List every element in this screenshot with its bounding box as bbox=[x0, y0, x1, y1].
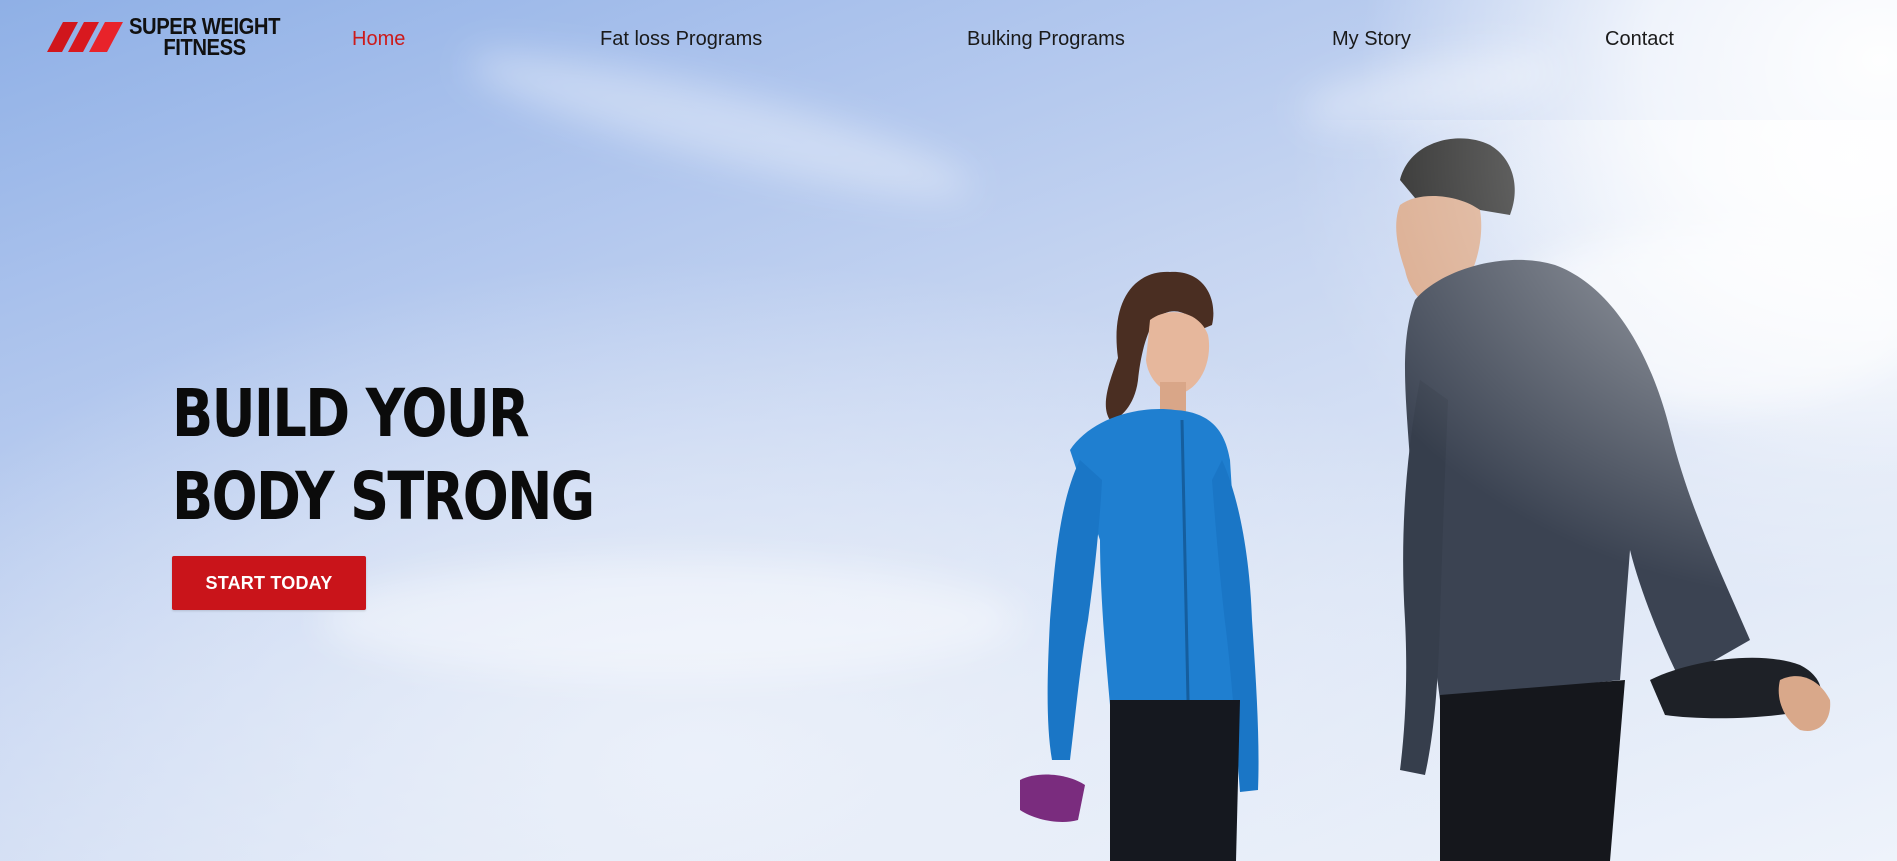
sky-cloud bbox=[320, 560, 1020, 680]
hero-title-line2: BODY STRONG bbox=[172, 458, 595, 535]
brand-logo[interactable]: SUPER WEIGHT FITNESS bbox=[47, 14, 301, 60]
start-today-button[interactable]: START TODAY bbox=[172, 556, 366, 610]
nav-home[interactable]: Home bbox=[352, 28, 405, 56]
hero-photo-couple-stretching bbox=[960, 120, 1897, 861]
nav-fat-loss-programs[interactable]: Fat loss Programs bbox=[600, 28, 762, 56]
nav-bulking-programs[interactable]: Bulking Programs bbox=[967, 28, 1125, 56]
site-header: SUPER WEIGHT FITNESS Home Fat loss Progr… bbox=[0, 0, 1897, 84]
hero-title: BUILD YOUR BODY STRONG bbox=[172, 372, 595, 538]
hero-title-line1: BUILD YOUR bbox=[172, 375, 530, 452]
nav-my-story[interactable]: My Story bbox=[1332, 28, 1411, 56]
landing-page: SUPER WEIGHT FITNESS Home Fat loss Progr… bbox=[0, 0, 1897, 861]
logo-stripes-icon bbox=[47, 22, 123, 52]
brand-name-line2: FITNESS bbox=[163, 34, 246, 60]
nav-contact[interactable]: Contact bbox=[1605, 28, 1674, 56]
brand-name: SUPER WEIGHT FITNESS bbox=[129, 15, 280, 60]
